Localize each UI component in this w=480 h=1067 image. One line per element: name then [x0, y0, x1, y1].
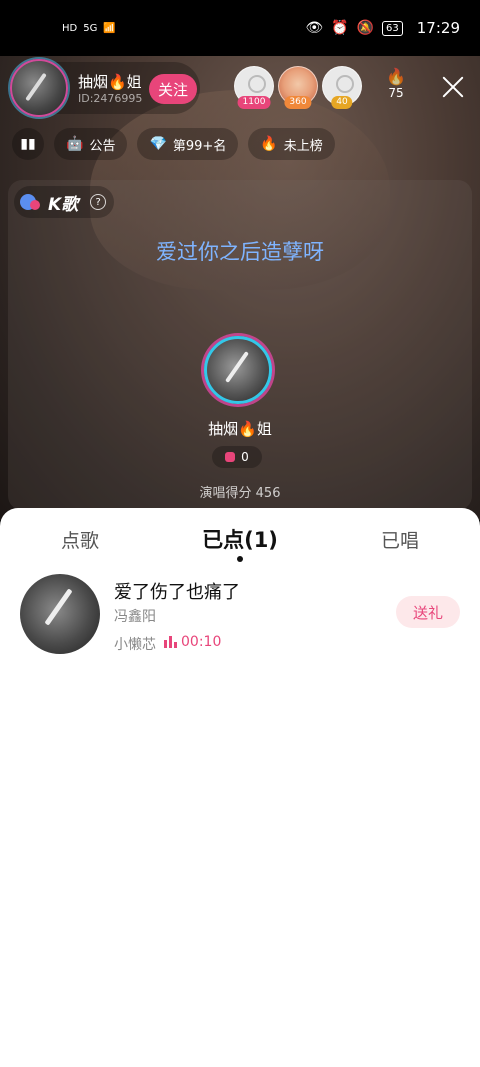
current-lyric: 爱过你之后造孽呀	[156, 240, 324, 264]
flame-icon: 🔥	[386, 67, 406, 86]
robot-icon: 🤖	[66, 136, 84, 152]
gift-counter: 0	[212, 446, 262, 468]
mic-icon	[20, 194, 40, 210]
clock: 17:29	[416, 19, 460, 37]
song-tabs: 点歌 已点(1) 已唱	[0, 508, 480, 568]
rank-label: 第99+名	[172, 138, 227, 154]
gem-icon: 💎	[149, 136, 167, 152]
mute-icon: 🔕	[356, 20, 375, 36]
notice-chip[interactable]: 🤖 公告	[54, 128, 128, 160]
ksong-label: K歌	[48, 194, 79, 215]
battery-indicator: 63	[382, 20, 403, 36]
heat-counter[interactable]: 🔥 75	[366, 68, 426, 108]
wifi-icon: 📶	[103, 22, 116, 34]
viewer-avatar[interactable]: 1100	[234, 66, 274, 109]
status-bar: HD 5G 📶 👁 ⏰ 🔕 63 17:29	[0, 0, 480, 56]
signal-icon: 5G	[83, 22, 98, 34]
playing-bars-icon	[164, 636, 177, 648]
eye-icon: 👁	[305, 20, 324, 36]
send-gift-button[interactable]: 送礼	[396, 596, 460, 628]
hd-indicator: HD	[62, 22, 78, 34]
host-id: ID:2476995	[78, 92, 143, 105]
tab-requested[interactable]: 已点(1)	[180, 524, 300, 554]
song-artist: 冯鑫阳	[114, 609, 156, 625]
singer-name: 抽烟🔥姐	[208, 420, 272, 438]
song-progress: 00:10	[164, 634, 221, 650]
alarm-icon: ⏰	[331, 20, 349, 36]
tab-sung[interactable]: 已唱	[340, 526, 460, 553]
active-tab-indicator	[237, 556, 243, 562]
viewer-avatar[interactable]: 40	[322, 66, 362, 109]
gift-count-value: 0	[241, 450, 249, 464]
viewer-badge: 1100	[237, 96, 271, 109]
host-avatar[interactable]	[10, 59, 68, 117]
tab-request-song[interactable]: 点歌	[20, 526, 140, 553]
song-list-sheet: 点歌 已点(1) 已唱 爱了伤了也痛了 冯鑫阳 小懒芯 00:10 送礼	[0, 508, 480, 1067]
song-cover-avatar	[20, 574, 100, 654]
singing-score: 演唱得分 456	[199, 486, 281, 501]
ksong-badge[interactable]: K歌 ?	[14, 186, 114, 218]
viewer-badge: 360	[284, 96, 312, 109]
audio-level-button[interactable]: ▮▮	[12, 128, 44, 160]
gift-icon	[225, 452, 236, 462]
singer-avatar[interactable]	[204, 336, 272, 404]
rank-chip[interactable]: 💎 第99+名	[137, 128, 239, 160]
song-time: 00:10	[181, 634, 222, 650]
viewer-badge: 40	[331, 96, 353, 109]
song-title: 爱了伤了也痛了	[114, 582, 240, 603]
list-item[interactable]: 爱了伤了也痛了 冯鑫阳 小懒芯 00:10 送礼	[20, 574, 460, 654]
notice-label: 公告	[89, 138, 116, 154]
info-chips: ▮▮ 🤖 公告 💎 第99+名 🔥 未上榜	[12, 128, 335, 160]
requester-name: 小懒芯	[114, 637, 156, 653]
flame-icon: 🔥	[260, 136, 278, 152]
signal-bars-icon: ▮▮	[20, 136, 36, 152]
follow-button[interactable]: 关注	[149, 74, 197, 104]
hot-list-label: 未上榜	[283, 138, 323, 154]
viewer-avatar[interactable]: 360	[278, 66, 318, 109]
hot-list-chip[interactable]: 🔥 未上榜	[248, 128, 335, 160]
host-name: 抽烟🔥姐	[78, 73, 142, 91]
heat-value: 75	[388, 86, 404, 100]
help-icon[interactable]: ?	[90, 194, 107, 210]
close-icon[interactable]	[440, 74, 466, 100]
